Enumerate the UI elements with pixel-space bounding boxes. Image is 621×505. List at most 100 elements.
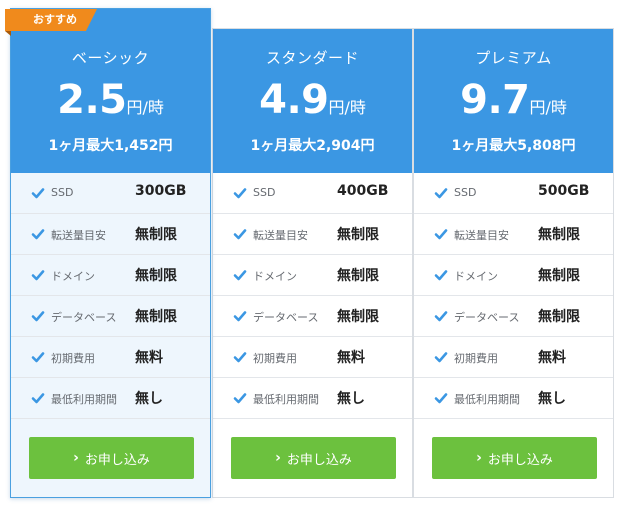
cta-area: › お申し込み [213, 419, 412, 497]
feature-label: 初期費用 [253, 352, 297, 365]
feature-label: SSD [253, 186, 276, 199]
feature-row-initial-cost: 初期費用 無料 [213, 337, 412, 378]
plan-header: プレミアム 9.7円/時 1ヶ月最大5,808円 [414, 29, 613, 173]
feature-label: 最低利用期間 [454, 393, 520, 406]
monthly-max-price: 1ヶ月最大1,452円 [48, 138, 173, 154]
feature-row-domain: ドメイン 無制限 [414, 255, 613, 296]
plan-card-basic: おすすめ ベーシック 2.5円/時 1ヶ月最大1,452円 SSD 300GB … [5, 8, 211, 498]
plan-card-premium: プレミアム 9.7円/時 1ヶ月最大5,808円 SSD 500GB 転送量目安… [413, 28, 614, 498]
price-value: 4.9 [259, 77, 329, 123]
feature-label: データベース [253, 311, 319, 324]
feature-value: 無制限 [538, 227, 580, 243]
plan-price: 9.7円/時 [414, 77, 613, 123]
feature-label: 最低利用期間 [253, 393, 319, 406]
check-icon [233, 393, 247, 404]
feature-value: 300GB [135, 183, 187, 199]
chevron-right-icon: › [275, 450, 281, 466]
feature-label: ドメイン [454, 270, 498, 283]
feature-value: 無制限 [135, 227, 177, 243]
feature-row-min-term: 最低利用期間 無し [11, 378, 210, 419]
feature-label: データベース [454, 311, 520, 324]
feature-row-min-term: 最低利用期間 無し [414, 378, 613, 419]
feature-value: 無制限 [135, 268, 177, 284]
check-icon [434, 270, 448, 281]
feature-value: 400GB [337, 183, 389, 199]
feature-row-database: データベース 無制限 [213, 296, 412, 337]
chevron-right-icon: › [73, 450, 79, 466]
feature-row-initial-cost: 初期費用 無料 [414, 337, 613, 378]
feature-list: SSD 500GB 転送量目安 無制限 ドメイン 無制限 データベース 無制限 … [414, 173, 613, 419]
check-icon [31, 393, 45, 404]
plan-price: 2.5円/時 [11, 77, 210, 123]
chevron-right-icon: › [476, 450, 482, 466]
price-unit: 円/時 [328, 98, 366, 117]
feature-list: SSD 300GB 転送量目安 無制限 ドメイン 無制限 データベース 無制限 … [11, 173, 210, 419]
feature-label: 転送量目安 [51, 229, 106, 242]
feature-value: 無料 [337, 350, 365, 366]
feature-value: 無し [538, 391, 566, 407]
feature-value: 無制限 [337, 268, 379, 284]
badge-fold [5, 31, 11, 36]
feature-value: 無制限 [538, 309, 580, 325]
feature-list: SSD 400GB 転送量目安 無制限 ドメイン 無制限 データベース 無制限 … [213, 173, 412, 419]
plan-header: スタンダード 4.9円/時 1ヶ月最大2,904円 [213, 29, 412, 173]
feature-value: 無制限 [538, 268, 580, 284]
check-icon [434, 352, 448, 363]
check-icon [233, 229, 247, 240]
check-icon [233, 270, 247, 281]
feature-row-initial-cost: 初期費用 無料 [11, 337, 210, 378]
price-unit: 円/時 [529, 98, 567, 117]
feature-label: 初期費用 [454, 352, 498, 365]
feature-row-domain: ドメイン 無制限 [213, 255, 412, 296]
feature-value: 500GB [538, 183, 590, 199]
price-unit: 円/時 [126, 98, 164, 117]
feature-value: 無制限 [337, 309, 379, 325]
check-icon [233, 352, 247, 363]
price-value: 2.5 [57, 77, 127, 123]
feature-label: データベース [51, 311, 117, 324]
plan-name: プレミアム [475, 49, 552, 67]
check-icon [434, 393, 448, 404]
plan-name: ベーシック [71, 49, 150, 67]
apply-button-label: お申し込み [286, 452, 352, 468]
apply-button-standard[interactable]: › お申し込み [231, 437, 396, 479]
check-icon [434, 188, 448, 199]
feature-row-transfer: 転送量目安 無制限 [11, 214, 210, 255]
plan-header: おすすめ ベーシック 2.5円/時 1ヶ月最大1,452円 [5, 9, 210, 173]
feature-label: 転送量目安 [253, 229, 308, 242]
check-icon [434, 311, 448, 322]
cta-area: › お申し込み [11, 419, 210, 497]
apply-button-basic[interactable]: › お申し込み [29, 437, 194, 479]
apply-button-premium[interactable]: › お申し込み [432, 437, 597, 479]
feature-label: 初期費用 [51, 352, 95, 365]
feature-row-database: データベース 無制限 [414, 296, 613, 337]
feature-row-ssd: SSD 500GB [414, 173, 613, 214]
feature-row-min-term: 最低利用期間 無し [213, 378, 412, 419]
check-icon [233, 311, 247, 322]
feature-row-domain: ドメイン 無制限 [11, 255, 210, 296]
feature-value: 無料 [538, 350, 566, 366]
feature-label: SSD [454, 186, 477, 199]
check-icon [31, 270, 45, 281]
feature-row-transfer: 転送量目安 無制限 [414, 214, 613, 255]
plan-price: 4.9円/時 [213, 77, 412, 123]
feature-label: ドメイン [51, 270, 95, 283]
feature-value: 無し [337, 391, 365, 407]
feature-row-ssd: SSD 300GB [11, 173, 210, 214]
recommended-badge: おすすめ [5, 9, 97, 31]
check-icon [31, 311, 45, 322]
feature-label: ドメイン [253, 270, 297, 283]
check-icon [31, 188, 45, 199]
monthly-max-price: 1ヶ月最大5,808円 [451, 138, 576, 154]
plan-card-standard: スタンダード 4.9円/時 1ヶ月最大2,904円 SSD 400GB 転送量目… [212, 28, 413, 498]
feature-value: 無料 [135, 350, 163, 366]
apply-button-label: お申し込み [487, 452, 553, 468]
check-icon [233, 188, 247, 199]
feature-label: SSD [51, 186, 74, 199]
feature-label: 最低利用期間 [51, 393, 117, 406]
price-value: 9.7 [460, 77, 530, 123]
check-icon [31, 352, 45, 363]
check-icon [31, 229, 45, 240]
check-icon [434, 229, 448, 240]
feature-value: 無制限 [337, 227, 379, 243]
